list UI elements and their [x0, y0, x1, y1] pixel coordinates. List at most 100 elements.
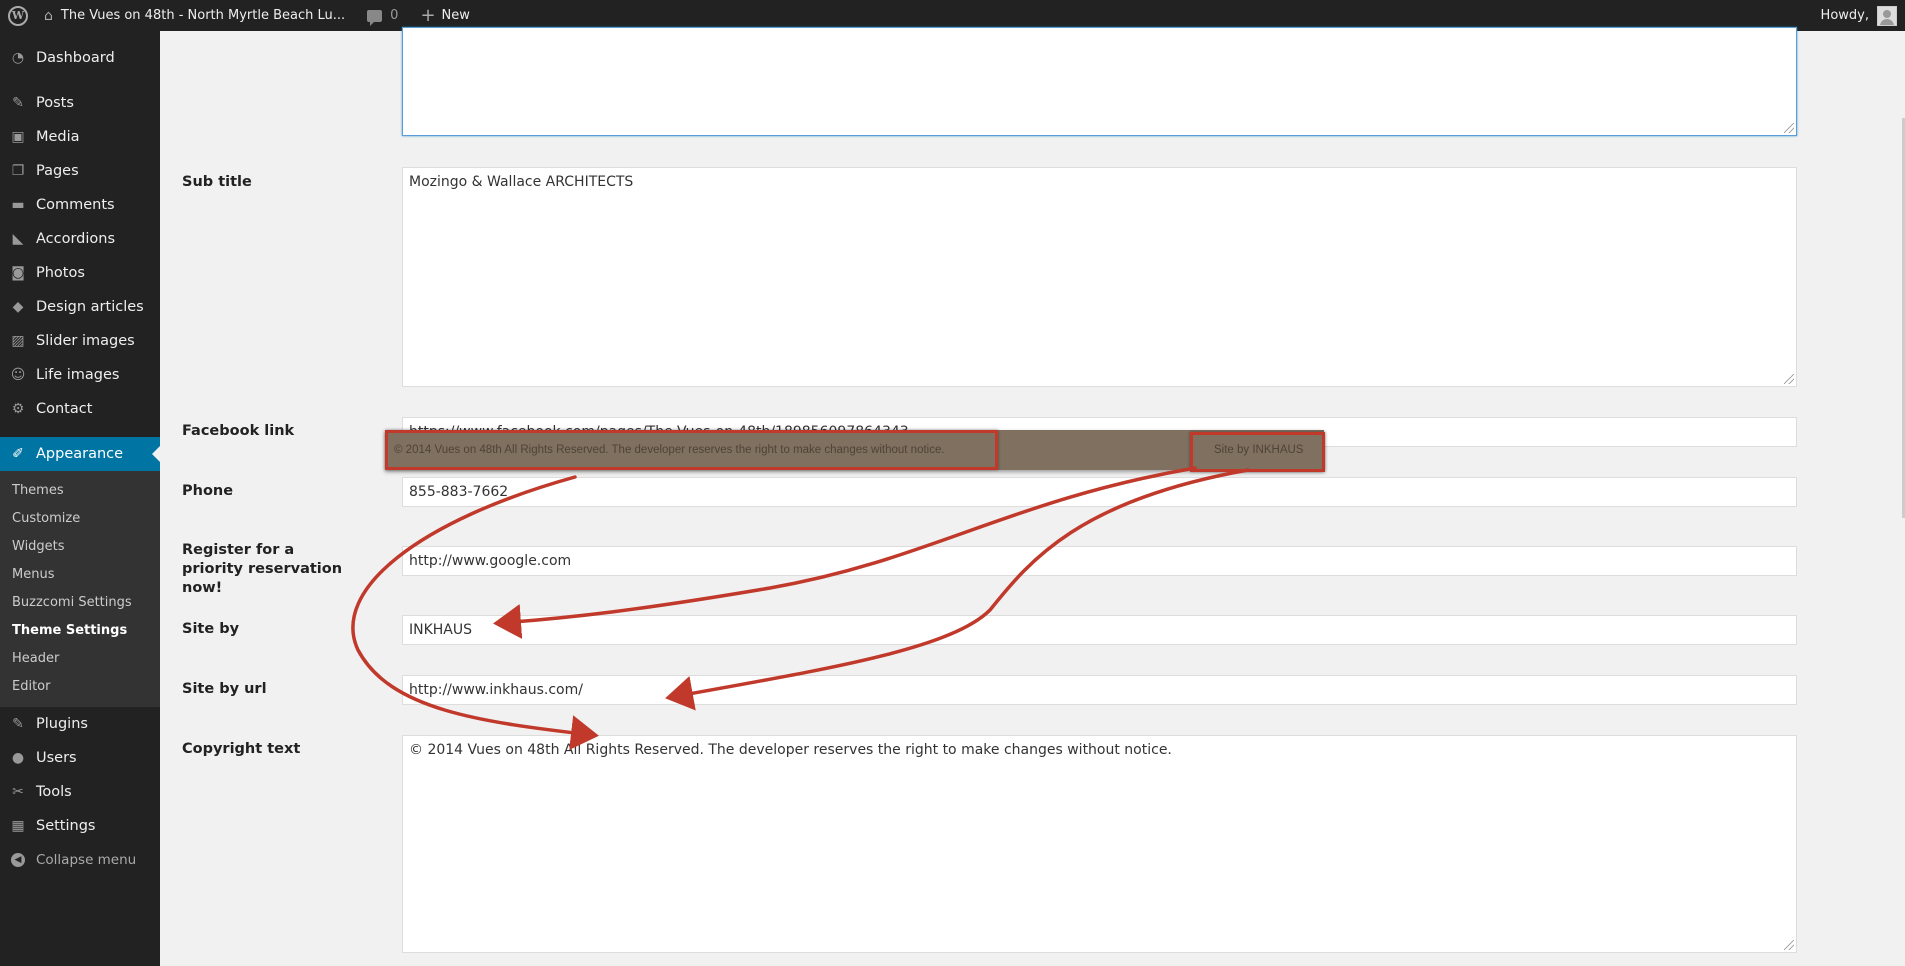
comments-count: 0 — [390, 8, 399, 23]
my-account[interactable]: Howdy, — [1820, 5, 1905, 26]
menu-label: Posts — [36, 95, 74, 111]
menu-slider-images[interactable]: ▨ Slider images — [0, 324, 160, 358]
media-icon: ▣ — [11, 129, 25, 145]
menu-design-articles[interactable]: ◆ Design articles — [0, 290, 160, 324]
register-value: http://www.google.com — [409, 553, 572, 569]
submenu-header[interactable]: Header — [0, 645, 160, 673]
wordpress-icon: W — [8, 5, 28, 26]
menu-label: Design articles — [36, 299, 144, 315]
menu-appearance[interactable]: ✐ Appearance — [0, 437, 160, 471]
menu-plugins[interactable]: ✎ Plugins — [0, 707, 160, 741]
home-icon: ⌂ — [44, 7, 53, 24]
subtitle-value: Mozingo & Wallace ARCHITECTS — [409, 174, 634, 190]
comment-bubble-icon — [367, 9, 383, 26]
subtitle-textarea[interactable]: Mozingo & Wallace ARCHITECTS — [402, 167, 1797, 387]
siteby-url-value: http://www.inkhaus.com/ — [409, 682, 583, 698]
copyright-value: © 2014 Vues on 48th All Rights Reserved.… — [409, 742, 1172, 758]
menu-label: Slider images — [36, 333, 135, 349]
plug-icon: ✎ — [12, 716, 24, 732]
menu-label: Photos — [36, 265, 85, 281]
menu-label: Appearance — [36, 446, 124, 462]
menu-photos[interactable]: ◙ Photos — [0, 256, 160, 290]
comment-icon: ▬ — [11, 197, 25, 213]
gear-icon: ⚙ — [11, 401, 25, 417]
menu-dashboard[interactable]: ◔ Dashboard — [0, 41, 160, 75]
admin-sidebar: ◔ Dashboard ✎ Posts ▣ Media ❐ Pages ▬ Co… — [0, 31, 160, 966]
brush-icon: ✐ — [12, 446, 24, 462]
menu-pages[interactable]: ❐ Pages — [0, 154, 160, 188]
howdy-text: Howdy, — [1820, 8, 1869, 23]
menu-comments[interactable]: ▬ Comments — [0, 188, 160, 222]
collapse-label: Collapse menu — [36, 852, 137, 868]
menu-settings[interactable]: ▦ Settings — [0, 809, 160, 843]
site-title: The Vues on 48th - North Myrtle Beach Lu… — [60, 8, 346, 23]
submenu-menus[interactable]: Menus — [0, 561, 160, 589]
collapse-arrow-icon: ◀ — [11, 853, 25, 867]
collapse-menu-button[interactable]: ◀ Collapse menu — [0, 843, 160, 877]
comments-link[interactable]: 0 — [359, 0, 406, 31]
menu-label: Tools — [36, 784, 72, 800]
submenu-buzzcomi-settings[interactable]: Buzzcomi Settings — [0, 589, 160, 617]
resize-handle-icon[interactable] — [1784, 374, 1794, 384]
resize-handle-icon[interactable] — [1784, 940, 1794, 950]
menu-life-images[interactable]: ☺ Life images — [0, 358, 160, 392]
menu-label: Settings — [36, 818, 96, 834]
new-label: New — [441, 8, 470, 23]
site-name-link[interactable]: ⌂ The Vues on 48th - North Myrtle Beach … — [36, 0, 353, 31]
menu-label: Users — [36, 750, 77, 766]
register-input[interactable]: http://www.google.com — [402, 546, 1797, 576]
pin-icon: ✎ — [12, 95, 24, 111]
menu-label: Media — [36, 129, 80, 145]
smiley-icon: ☺ — [10, 367, 26, 383]
top-textarea[interactable] — [402, 27, 1797, 136]
pages-icon: ❐ — [11, 163, 25, 179]
siteby-highlight-box — [1190, 432, 1325, 472]
submenu-themes[interactable]: Themes — [0, 477, 160, 505]
menu-label: Life images — [36, 367, 120, 383]
menu-media[interactable]: ▣ Media — [0, 120, 160, 154]
user-icon: ● — [11, 750, 25, 766]
menu-label: Accordions — [36, 231, 116, 247]
camera-icon: ◙ — [11, 265, 25, 281]
resize-handle-icon[interactable] — [1784, 123, 1794, 133]
theme-settings-form: Sub title Mozingo & Wallace ARCHITECTS F… — [160, 27, 1905, 966]
menu-tools[interactable]: ✂ Tools — [0, 775, 160, 809]
facebook-label: Facebook link — [182, 423, 295, 439]
submenu-theme-settings[interactable]: Theme Settings — [0, 617, 160, 645]
siteby-url-label: Site by url — [182, 681, 267, 697]
menu-label: Pages — [36, 163, 79, 179]
siteby-value: INKHAUS — [409, 622, 473, 638]
menu-label: Plugins — [36, 716, 88, 732]
accordion-icon: ◣ — [12, 231, 24, 247]
phone-input[interactable]: 855-883-7662 — [402, 477, 1797, 507]
drop-icon: ◆ — [12, 299, 24, 315]
copyright-textarea[interactable]: © 2014 Vues on 48th All Rights Reserved.… — [402, 735, 1797, 953]
menu-label: Contact — [36, 401, 93, 417]
menu-label: Comments — [36, 197, 115, 213]
register-label: Register for a priority reservation now! — [182, 542, 343, 596]
menu-posts[interactable]: ✎ Posts — [0, 86, 160, 120]
wordpress-logo[interactable]: W — [0, 0, 36, 31]
submenu-widgets[interactable]: Widgets — [0, 533, 160, 561]
copyright-highlight-box — [385, 430, 998, 470]
menu-users[interactable]: ● Users — [0, 741, 160, 775]
image-icon: ▨ — [11, 333, 25, 349]
copyright-label: Copyright text — [182, 741, 301, 757]
siteby-label: Site by — [182, 621, 240, 637]
menu-accordions[interactable]: ◣ Accordions — [0, 222, 160, 256]
phone-label: Phone — [182, 483, 234, 499]
avatar — [1877, 5, 1897, 26]
plus-icon: + — [420, 5, 436, 26]
menu-contact[interactable]: ⚙ Contact — [0, 392, 160, 426]
settings-icon: ▦ — [11, 818, 25, 834]
submenu-customize[interactable]: Customize — [0, 505, 160, 533]
wrench-icon: ✂ — [12, 784, 24, 800]
subtitle-label: Sub title — [182, 174, 252, 190]
phone-value: 855-883-7662 — [409, 484, 509, 500]
menu-label: Dashboard — [36, 50, 115, 66]
submenu-editor[interactable]: Editor — [0, 673, 160, 701]
siteby-url-input[interactable]: http://www.inkhaus.com/ — [402, 675, 1797, 705]
siteby-input[interactable]: INKHAUS — [402, 615, 1797, 645]
dashboard-icon: ◔ — [11, 50, 25, 66]
appearance-submenu: Themes Customize Widgets Menus Buzzcomi … — [0, 471, 160, 707]
